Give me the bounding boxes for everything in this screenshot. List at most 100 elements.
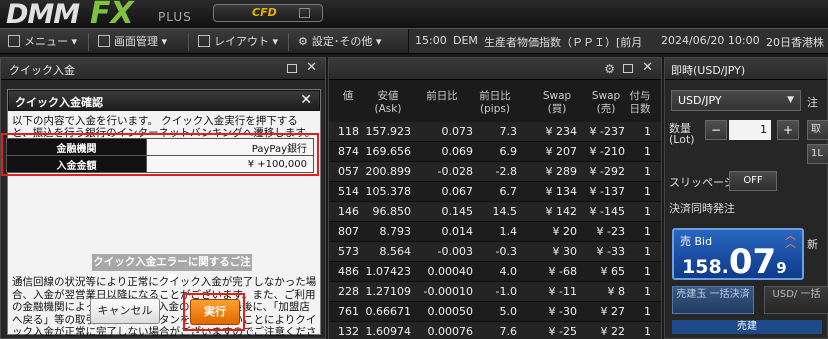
rate-row[interactable]: 807 8.793 0.014 1.4 ¥ 20 ¥ -23 1 xyxy=(329,222,661,242)
rate-cell: ¥ -23 xyxy=(596,225,625,238)
menu-icon xyxy=(8,35,20,47)
rate-cell: 0.067 xyxy=(441,185,474,198)
rate-cell: 1 xyxy=(644,325,651,338)
column-header-line1: Swap xyxy=(542,90,572,102)
rate-cell: ¥ 65 xyxy=(600,265,626,278)
ticker-country: DEM xyxy=(453,34,478,47)
rate-row[interactable]: 057 200.899 -0.028 -2.8 ¥ 289 ¥ -292 1 xyxy=(329,162,661,182)
screen-icon xyxy=(98,35,110,47)
rate-row[interactable]: 514 105.378 0.067 6.7 ¥ 134 ¥ -137 1 xyxy=(329,182,661,202)
trade-type-button[interactable]: 取 xyxy=(807,120,828,140)
rate-cell: ¥ 289 xyxy=(545,165,578,178)
rate-cell: 0.00076 xyxy=(427,325,474,338)
screen-management-button[interactable]: 画面管理 ▾ xyxy=(98,33,167,51)
dialog-title: クイック入金確認 xyxy=(15,96,103,109)
gear-icon[interactable]: ⚙ xyxy=(604,62,615,76)
rate-cell: 057 xyxy=(338,165,359,178)
rate-row[interactable]: 486 1.07423 0.00040 4.0 ¥ -68 ¥ 65 1 xyxy=(329,262,661,282)
rate-row[interactable]: 132 1.60974 0.00076 7.6 ¥ -25 ¥ 22 1 xyxy=(329,322,661,339)
gear-icon: ⚙ xyxy=(298,35,308,48)
column-header-line1: Swap xyxy=(591,90,621,102)
order-panel-title: 即時(USD/JPY) xyxy=(671,64,746,77)
quick-deposit-panel: クイック入金 ✕ クイック入金確認 ✕ 以下の内容で入金を行います。 クイック入… xyxy=(0,57,326,339)
rate-cell: 7.6 xyxy=(499,325,518,338)
rate-cell: -2.8 xyxy=(495,165,517,178)
execute-button[interactable]: 実行 xyxy=(190,299,240,325)
rate-cell: 0.014 xyxy=(441,225,474,238)
logo-plus: PLUS xyxy=(158,10,192,24)
rate-cell: ¥ -137 xyxy=(589,185,625,198)
rate-cell: 105.378 xyxy=(365,185,412,198)
ticker-time: 15:00 xyxy=(415,34,447,47)
chevron-down-icon: ▼ xyxy=(787,95,794,105)
bulk-settle-sell-button[interactable]: 売建玉 一括決済 xyxy=(672,286,754,314)
rate-row[interactable]: 146 96.850 0.145 14.5 ¥ 142 ¥ -145 1 xyxy=(329,202,661,222)
column-header-line1: 付与 xyxy=(629,90,651,102)
rate-row[interactable]: 761 0.66671 0.00050 5.0 ¥ -30 ¥ 27 1 xyxy=(329,302,661,322)
rate-cell: 1 xyxy=(644,205,651,218)
bid-price-main: 158. xyxy=(682,256,729,278)
popout-icon[interactable] xyxy=(287,64,297,73)
column-header[interactable]: Swap (売) xyxy=(587,90,625,120)
logo-fx: FX xyxy=(90,0,134,31)
currency-pair-select[interactable]: USD/JPY ▼ xyxy=(671,90,801,111)
rate-cell: 132 xyxy=(338,325,359,338)
panel-header: クイック入金 ✕ xyxy=(1,58,325,80)
rate-cell: 1 xyxy=(644,265,651,278)
slippage-toggle[interactable]: OFF xyxy=(729,171,777,191)
rate-cell: ¥ 20 xyxy=(552,225,578,238)
quantity-input[interactable]: 1 xyxy=(729,120,771,140)
rate-cell: ¥ -30 xyxy=(548,305,577,318)
quick-deposit-confirm-dialog: クイック入金確認 ✕ 以下の内容で入金を行います。 クイック入金実行を押下すると… xyxy=(7,89,321,339)
column-header[interactable]: 前日比 xyxy=(421,90,463,120)
column-header[interactable]: Swap (買) xyxy=(539,90,575,120)
rate-row[interactable]: 118 157.923 0.073 7.3 ¥ 234 ¥ -237 1 xyxy=(329,122,661,142)
cancel-button[interactable]: キャンセル xyxy=(90,298,160,324)
rate-cell: ¥ 207 xyxy=(545,145,578,158)
rate-row[interactable]: 874 169.656 0.069 6.9 ¥ 207 ¥ -210 1 xyxy=(329,142,661,162)
rate-row[interactable]: 228 1.27109 -0.00010 -1.0 ¥ -11 ¥ 8 1 xyxy=(329,282,661,302)
column-header-line2: (売) xyxy=(596,103,616,115)
rate-cell: ¥ -145 xyxy=(589,205,625,218)
rate-cell: -1.0 xyxy=(495,285,517,298)
slippage-label: スリッページ xyxy=(669,176,735,189)
popout-icon[interactable] xyxy=(623,64,633,73)
bid-price: 158.079 xyxy=(682,242,787,282)
sell-position-bar: 売建 xyxy=(672,320,822,334)
quantity-minus-button[interactable]: − xyxy=(705,120,727,140)
rate-cell: -0.028 xyxy=(437,165,473,178)
cfd-switch-button[interactable]: CFD xyxy=(213,4,323,22)
rate-cell: ¥ -33 xyxy=(596,245,625,258)
news-ticker[interactable]: 15:00 DEM 生産者物価指数（ＰＰＩ）[前月 2024/06/20 10:… xyxy=(408,29,828,53)
close-icon[interactable]: ✕ xyxy=(642,60,653,75)
menu-label: メニュー ▾ xyxy=(24,35,78,48)
rate-cell: 514 xyxy=(338,185,359,198)
rate-cell: 0.00040 xyxy=(427,265,474,278)
layout-button[interactable]: レイアウト ▾ xyxy=(198,33,278,51)
menu-divider xyxy=(188,33,189,51)
bulk-settle-pair-button[interactable]: USD/ 一括 xyxy=(764,286,828,314)
column-header[interactable]: 付与 日数 xyxy=(629,90,651,120)
lot-unit-button[interactable]: 1L xyxy=(807,144,828,164)
amount-label: 入金金額 xyxy=(6,155,147,173)
rate-row[interactable]: 573 8.564 -0.003 -0.3 ¥ 30 ¥ -33 1 xyxy=(329,242,661,262)
ticker-date: 2024/06/20 10:00 xyxy=(661,34,760,47)
column-header[interactable]: 値 xyxy=(337,90,359,120)
column-header[interactable]: 前日比 (pips) xyxy=(475,90,515,120)
instant-order-panel: 即時(USD/JPY) USD/JPY ▼ 注 数量 (Lot) − 1 + 取… xyxy=(664,57,828,339)
column-header[interactable]: 安値 (Ask) xyxy=(365,90,411,120)
rate-cell: 7.3 xyxy=(499,125,518,138)
new-order-label: 新 xyxy=(807,238,818,251)
dialog-close-icon[interactable]: ✕ xyxy=(300,92,312,108)
menu-button[interactable]: メニュー ▾ xyxy=(8,33,77,51)
rate-cell: 118 xyxy=(338,125,359,138)
rate-cell: ¥ 134 xyxy=(545,185,578,198)
logo-dmm: DMM xyxy=(6,0,80,30)
close-icon[interactable]: ✕ xyxy=(306,60,317,75)
rate-cell: 1.07423 xyxy=(365,265,412,278)
settings-button[interactable]: ⚙ 設定･その他 ▾ xyxy=(298,33,381,51)
error-notice-button[interactable]: クイック入金エラーに関するご注意 xyxy=(92,254,252,285)
sell-bid-button[interactable]: 売 Bid ︿ ︿ 158.079 xyxy=(672,228,804,282)
menu-divider xyxy=(288,33,289,51)
quantity-plus-button[interactable]: + xyxy=(777,120,799,140)
